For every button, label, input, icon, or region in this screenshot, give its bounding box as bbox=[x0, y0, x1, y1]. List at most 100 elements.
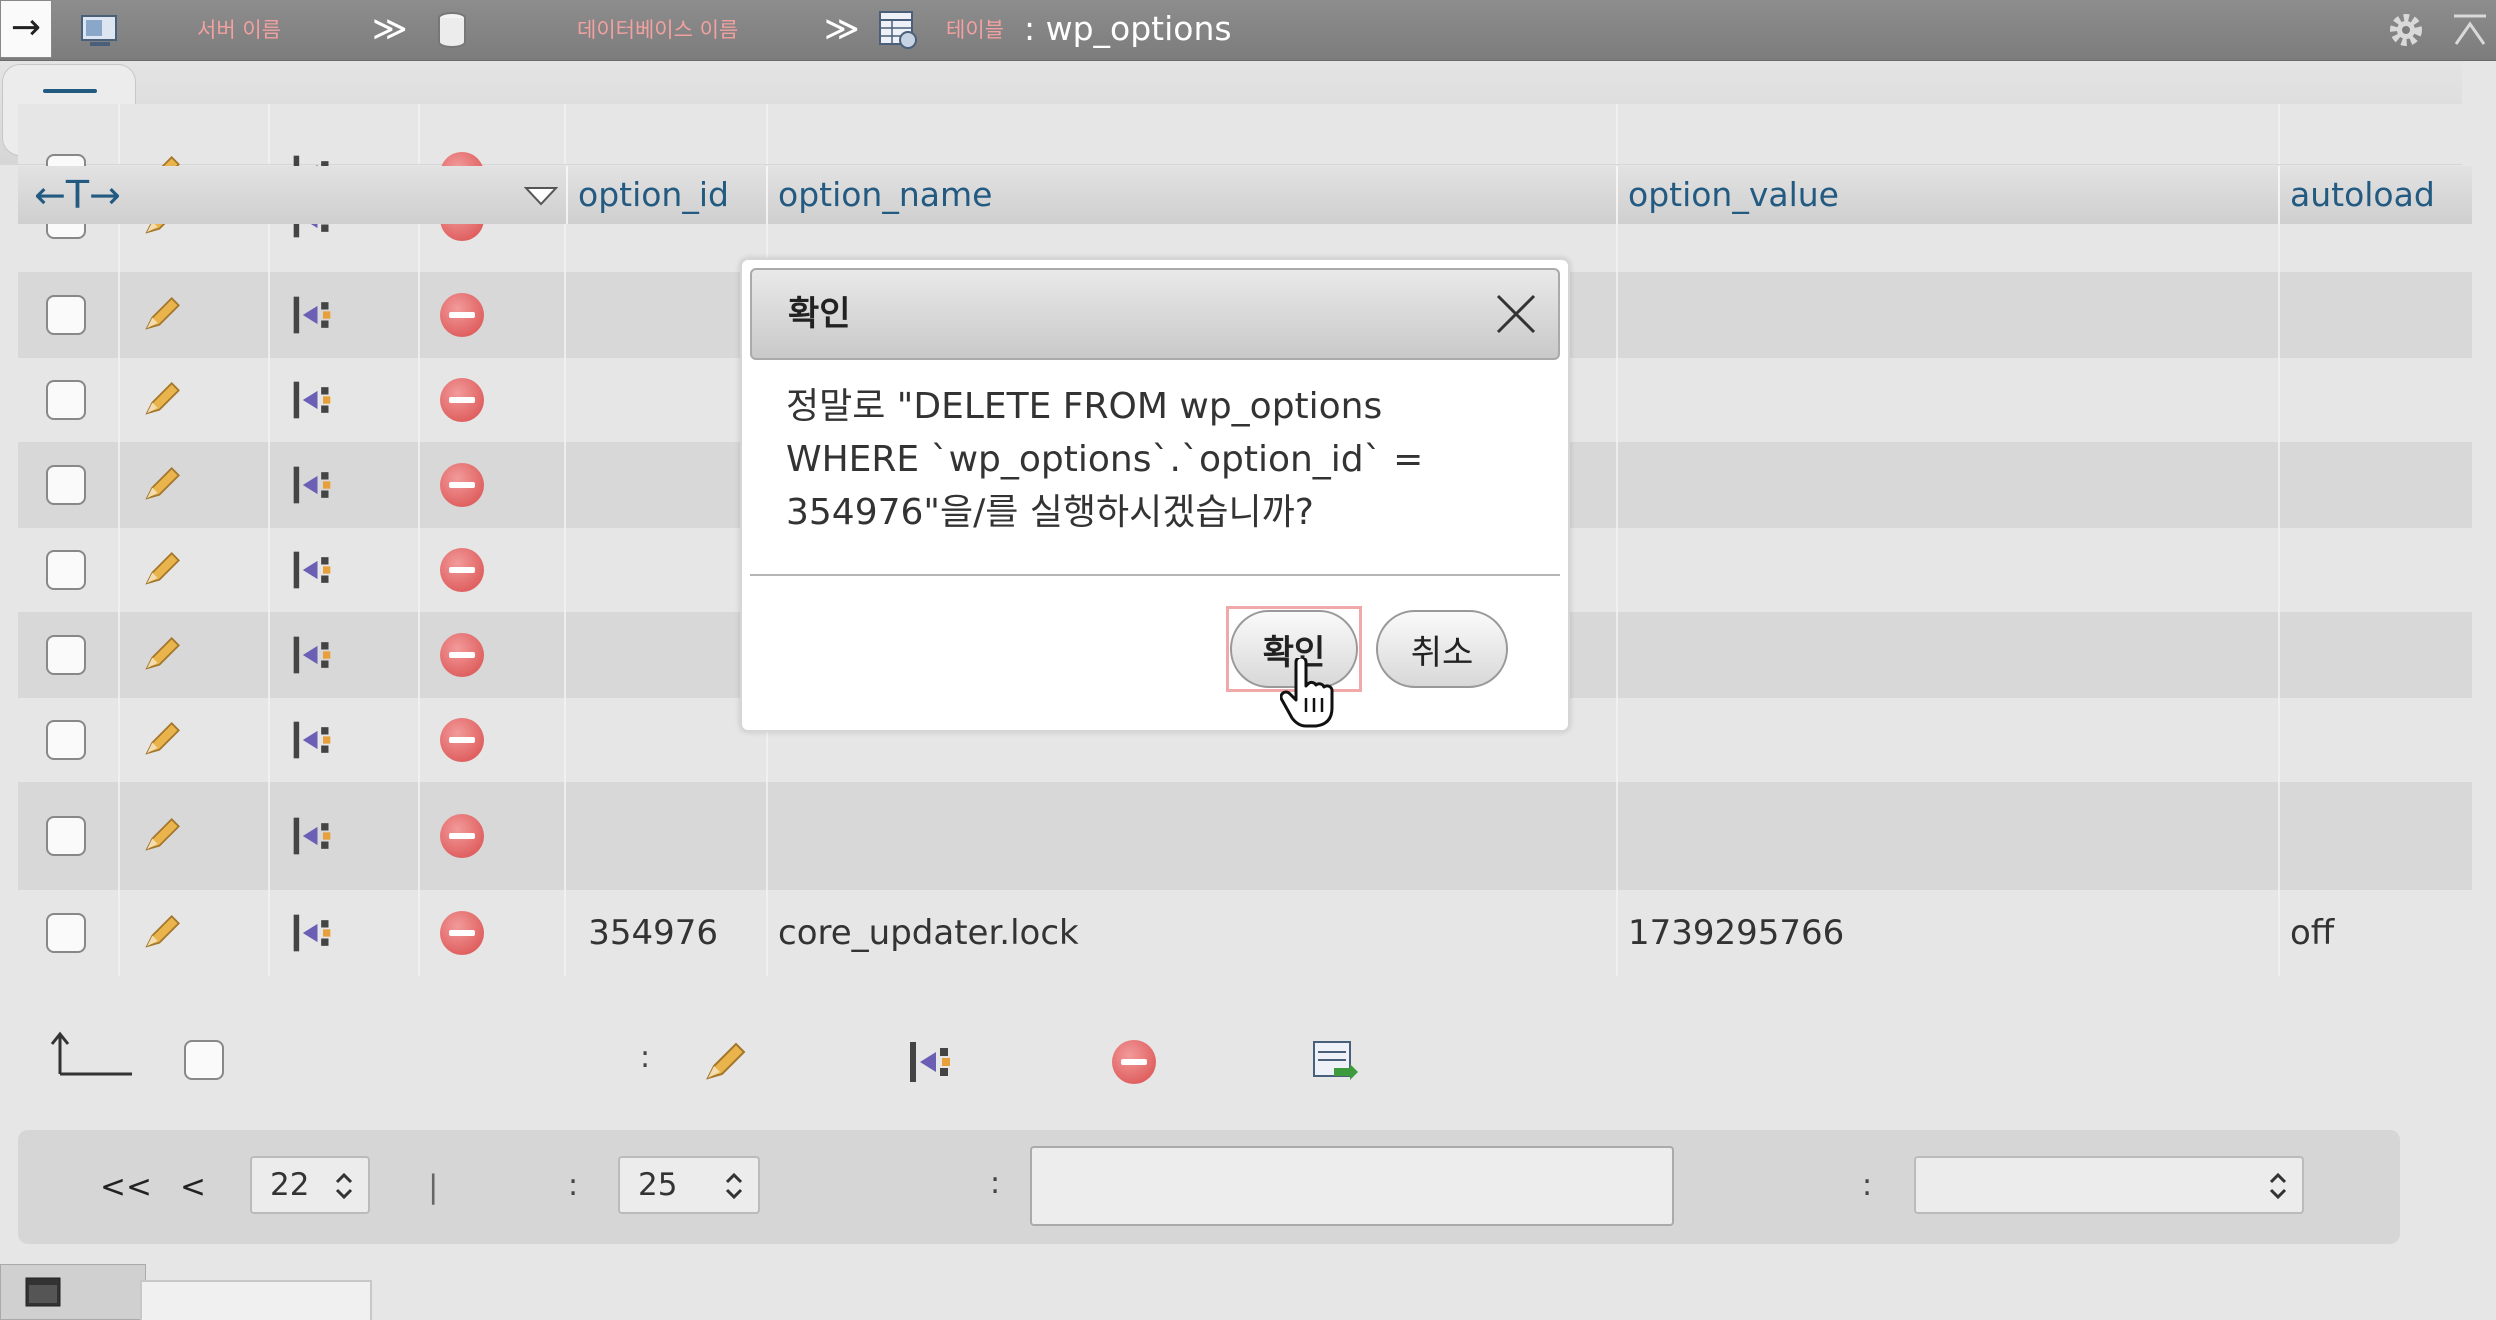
delete-icon[interactable] bbox=[440, 718, 484, 762]
sort-label: : bbox=[1862, 1168, 1873, 1203]
insert-copy-icon[interactable] bbox=[290, 911, 334, 955]
breadcrumb-separator: ≫ bbox=[372, 9, 408, 49]
console-tab[interactable] bbox=[0, 1264, 146, 1320]
pencil-icon[interactable] bbox=[140, 814, 184, 858]
delete-icon[interactable] bbox=[440, 814, 484, 858]
select-all-arrow-icon bbox=[50, 1031, 132, 1076]
page-select-value: 22 bbox=[270, 1167, 310, 1203]
pencil-icon[interactable] bbox=[140, 911, 184, 955]
row-checkbox[interactable] bbox=[46, 380, 86, 420]
cell-divider bbox=[2278, 358, 2280, 442]
insert-copy-icon[interactable] bbox=[290, 814, 334, 858]
cell-divider bbox=[268, 272, 270, 358]
cell-divider bbox=[418, 442, 420, 528]
pencil-icon[interactable] bbox=[700, 1038, 750, 1088]
pencil-icon[interactable] bbox=[140, 548, 184, 592]
pencil-icon[interactable] bbox=[140, 463, 184, 507]
column-option-value[interactable]: option_value bbox=[1628, 166, 1839, 224]
cell-divider bbox=[268, 698, 270, 782]
database-icon bbox=[438, 12, 466, 48]
insert-copy-icon[interactable] bbox=[290, 378, 334, 422]
cell-divider bbox=[1616, 612, 1618, 698]
pencil-icon[interactable] bbox=[140, 378, 184, 422]
sort-dropdown-icon[interactable] bbox=[524, 186, 558, 206]
cell-divider bbox=[2278, 272, 2280, 358]
cell-divider bbox=[1616, 528, 1618, 612]
cell-divider bbox=[118, 358, 120, 442]
hamburger-icon bbox=[43, 89, 97, 93]
breadcrumb-database[interactable]: 데이터베이스 이름 bbox=[577, 0, 738, 60]
breadcrumb-server[interactable]: 서버 이름 bbox=[197, 0, 281, 60]
gear-icon[interactable] bbox=[2386, 10, 2426, 50]
export-icon[interactable] bbox=[1312, 1040, 1358, 1084]
dialog-titlebar: 확인 bbox=[750, 268, 1560, 360]
delete-icon[interactable] bbox=[440, 633, 484, 677]
delete-icon[interactable] bbox=[1112, 1040, 1156, 1084]
filter-rows-input[interactable] bbox=[1030, 1146, 1674, 1226]
row-checkbox[interactable] bbox=[46, 720, 86, 760]
rows-per-page-value: 25 bbox=[638, 1167, 678, 1203]
delete-icon[interactable] bbox=[440, 293, 484, 337]
cell-divider bbox=[1616, 442, 1618, 528]
cell-option-id: 354976 bbox=[588, 913, 718, 953]
column-resize-handle[interactable]: ←T→ bbox=[34, 166, 121, 224]
column-option-id[interactable]: option_id bbox=[578, 166, 729, 224]
pencil-icon[interactable] bbox=[140, 633, 184, 677]
cell-divider bbox=[118, 272, 120, 358]
cell-divider bbox=[418, 782, 420, 890]
row-checkbox[interactable] bbox=[46, 550, 86, 590]
insert-copy-icon[interactable] bbox=[290, 293, 334, 337]
collapse-arrow-button[interactable]: → bbox=[0, 0, 52, 58]
delete-icon[interactable] bbox=[440, 463, 484, 507]
cell-divider bbox=[118, 890, 120, 976]
cell-divider bbox=[564, 782, 566, 890]
row-checkbox[interactable] bbox=[46, 295, 86, 335]
row-checkbox[interactable] bbox=[46, 913, 86, 953]
cancel-button[interactable]: 취소 bbox=[1376, 610, 1508, 688]
table-icon bbox=[879, 11, 917, 49]
insert-copy-icon[interactable] bbox=[290, 548, 334, 592]
sort-by-key-select[interactable] bbox=[1914, 1156, 2304, 1214]
delete-icon[interactable] bbox=[440, 548, 484, 592]
page-select[interactable]: 22 bbox=[250, 1156, 370, 1214]
insert-copy-icon[interactable] bbox=[290, 463, 334, 507]
first-page-button[interactable]: << bbox=[100, 1158, 152, 1216]
rows-per-page-select[interactable]: 25 bbox=[618, 1156, 760, 1214]
cell-autoload: off bbox=[2290, 913, 2335, 953]
console-input[interactable] bbox=[140, 1280, 372, 1320]
cell-divider bbox=[2278, 612, 2280, 698]
table-row bbox=[18, 104, 2472, 196]
pencil-icon[interactable] bbox=[140, 718, 184, 762]
insert-copy-icon[interactable] bbox=[906, 1038, 954, 1086]
pencil-icon[interactable] bbox=[140, 293, 184, 337]
dialog-title: 확인 bbox=[788, 294, 851, 334]
column-autoload[interactable]: autoload bbox=[2290, 166, 2435, 224]
row-checkbox[interactable] bbox=[46, 816, 86, 856]
rows-label: : bbox=[568, 1168, 579, 1203]
cell-divider bbox=[564, 442, 566, 528]
row-checkbox[interactable] bbox=[46, 635, 86, 675]
cell-divider bbox=[2278, 528, 2280, 612]
cell-divider bbox=[118, 104, 120, 164]
column-option-name[interactable]: option_name bbox=[778, 166, 992, 224]
cell-divider bbox=[268, 782, 270, 890]
delete-icon[interactable] bbox=[440, 378, 484, 422]
dialog-message: 정말로 "DELETE FROM wp_options WHERE `wp_op… bbox=[786, 386, 1424, 533]
cell-divider bbox=[1616, 358, 1618, 442]
delete-icon[interactable] bbox=[440, 911, 484, 955]
cell-divider bbox=[118, 782, 120, 890]
cell-divider bbox=[268, 358, 270, 442]
filter-label: : bbox=[990, 1166, 1001, 1201]
cell-divider bbox=[564, 272, 566, 358]
cell-option-value: 1739295766 bbox=[1628, 913, 1845, 953]
insert-copy-icon[interactable] bbox=[290, 718, 334, 762]
breadcrumb-table[interactable]: 테이블 bbox=[946, 0, 1004, 60]
prev-page-button[interactable]: < bbox=[180, 1158, 206, 1216]
insert-copy-icon[interactable] bbox=[290, 633, 334, 677]
close-icon[interactable] bbox=[1494, 292, 1538, 336]
cell-divider bbox=[2278, 782, 2280, 890]
row-checkbox[interactable] bbox=[46, 465, 86, 505]
cell-divider bbox=[1616, 272, 1618, 358]
collapse-up-icon[interactable] bbox=[2450, 10, 2490, 50]
select-all-checkbox[interactable] bbox=[184, 1040, 224, 1080]
